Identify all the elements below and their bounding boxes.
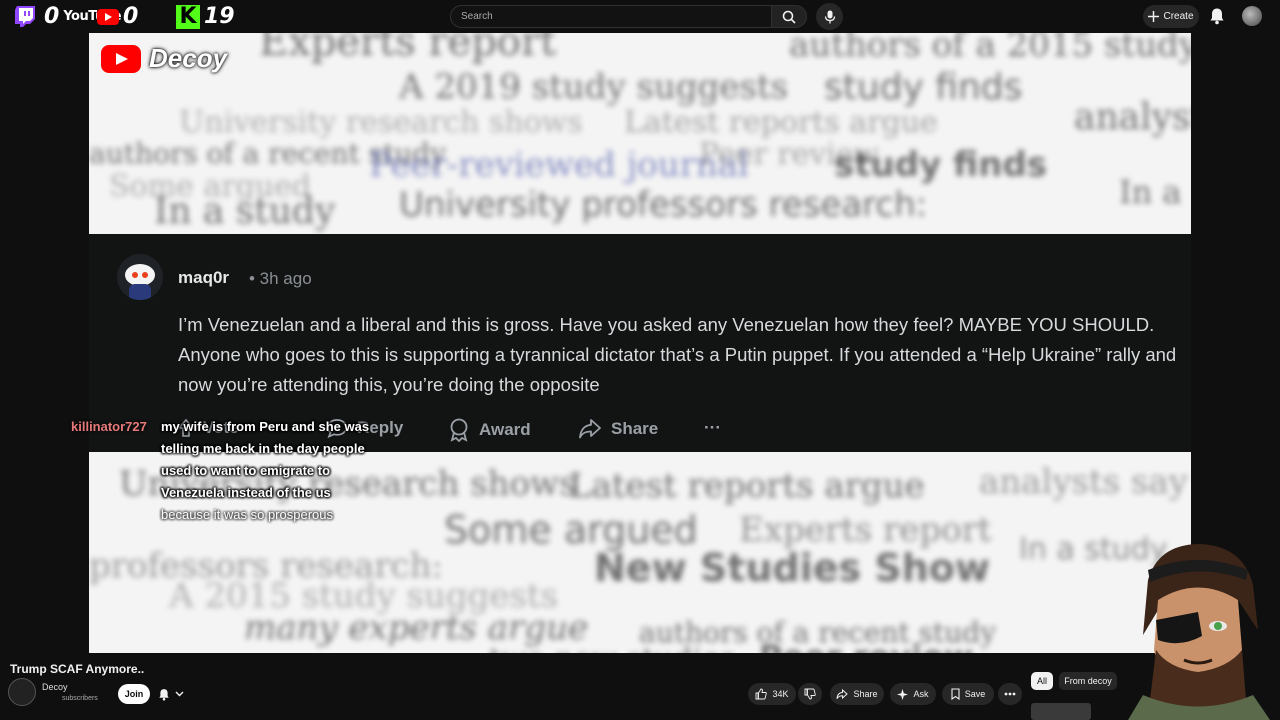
bg-word: authors of a 2015 study xyxy=(789,33,1191,65)
bg-word: A 2019 study suggests xyxy=(399,67,789,107)
bg-word: study finds xyxy=(834,145,1048,185)
bg-word: In a xyxy=(1119,173,1182,211)
bg-word: Latest reports argue xyxy=(624,105,938,140)
reddit-avatar xyxy=(117,254,163,300)
chip-from-label: From decoy xyxy=(1064,676,1112,686)
dislike-button[interactable] xyxy=(798,683,822,705)
comment-body: I’m Venezuelan and a liberal and this is… xyxy=(178,314,1177,395)
bg-word: University research shows xyxy=(179,105,583,140)
ask-button[interactable]: Ask xyxy=(890,683,936,705)
award-label: Award xyxy=(479,420,531,439)
save-button[interactable]: Save xyxy=(942,683,994,705)
bg-word: analysts xyxy=(1074,97,1191,138)
channel-avatar[interactable] xyxy=(8,678,36,706)
like-button[interactable]: 34K xyxy=(748,683,796,705)
bg-word: New Studies Show xyxy=(594,546,990,590)
search-placeholder: Search xyxy=(461,11,493,22)
more-actions-button[interactable] xyxy=(998,683,1022,705)
share-label: Share xyxy=(611,419,659,438)
comment-username: maq0r xyxy=(178,268,230,287)
chat-line: because it was so prosperous xyxy=(161,507,333,522)
award-icon xyxy=(450,418,468,442)
share-icon xyxy=(579,419,601,439)
bg-word: Latest reports argue xyxy=(569,466,925,506)
ask-label: Ask xyxy=(913,689,929,699)
join-label: Join xyxy=(124,689,144,699)
bookmark-icon xyxy=(951,688,960,700)
notifications-button[interactable] xyxy=(1209,7,1225,25)
voice-search-button[interactable] xyxy=(816,3,843,30)
join-button[interactable]: Join xyxy=(118,684,150,704)
bg-word: Experts report xyxy=(739,510,992,550)
youtube-play-icon xyxy=(97,8,119,25)
recommended-video-thumbnail[interactable] xyxy=(1031,703,1091,720)
thumbs-down-icon xyxy=(804,688,816,700)
chevron-down-icon xyxy=(175,691,184,697)
account-avatar[interactable] xyxy=(1242,6,1262,26)
bg-word: In a study xyxy=(154,191,336,232)
video-player[interactable]: Experts report authors of a 2015 study A… xyxy=(89,33,1191,653)
blurred-headlines-top: Experts report authors of a 2015 study A… xyxy=(89,33,1191,234)
award-action: Award xyxy=(448,418,531,442)
chat-line: used to want to emigrate to xyxy=(161,463,331,478)
more-action: ··· xyxy=(704,418,721,438)
share-label: Share xyxy=(853,689,878,699)
more-horizontal-icon xyxy=(1004,692,1016,696)
chip-from-channel[interactable]: From decoy xyxy=(1059,672,1117,690)
bg-word: analysts say xyxy=(979,462,1188,502)
channel-watermark: Decoy xyxy=(101,43,227,74)
share-action: Share xyxy=(578,418,658,440)
search-icon xyxy=(782,10,796,24)
plus-icon xyxy=(1148,11,1160,22)
search-input[interactable]: Search xyxy=(450,5,772,28)
chip-all[interactable]: All xyxy=(1031,672,1053,690)
bg-word: Peer review xyxy=(759,638,973,653)
bg-word: Peer-reviewed journal xyxy=(369,145,749,185)
channel-watermark-text: Decoy xyxy=(149,43,228,73)
like-count: 34K xyxy=(772,689,789,699)
microphone-icon xyxy=(824,10,835,23)
streamer-avatar-illustration xyxy=(1118,540,1278,720)
chat-username: killinator727 xyxy=(71,419,147,434)
youtube-count-stat: 0 xyxy=(97,4,138,29)
youtube-zero-glyph: 0 xyxy=(44,4,60,29)
save-label: Save xyxy=(964,689,986,699)
notification-bell-button[interactable] xyxy=(158,684,196,704)
bell-icon xyxy=(1210,8,1224,25)
chat-line: telling me back in the day people xyxy=(161,441,365,456)
bg-word: University professors research: xyxy=(399,185,928,225)
chat-line: Venezuela instead of the us xyxy=(161,485,331,500)
create-label: Create xyxy=(1163,11,1194,22)
kick-count-stat: K 19 xyxy=(176,4,235,29)
share-button[interactable]: Share xyxy=(830,683,884,705)
youtube-logo-icon xyxy=(101,44,141,73)
youtube-count: 0 xyxy=(123,4,139,29)
bg-word: study finds xyxy=(824,67,1023,108)
blurred-headlines-bottom: University research shows Latest reports… xyxy=(89,452,1191,653)
kick-count: 19 xyxy=(204,4,235,29)
chat-line: my wife is from Peru and she was xyxy=(161,419,370,434)
top-bar: 0 YouTube 0 K 19 Search Create xyxy=(0,0,1280,33)
bg-word: two new studies xyxy=(489,642,735,653)
share-icon xyxy=(836,688,849,699)
create-button[interactable]: Create xyxy=(1143,5,1199,28)
more-options-icon: ··· xyxy=(704,418,721,437)
chip-all-label: All xyxy=(1036,676,1047,686)
bg-word: Experts report xyxy=(259,33,557,65)
comment-timestamp: • 3h ago xyxy=(249,269,312,288)
twitch-icon xyxy=(14,5,36,27)
sparkle-icon xyxy=(897,688,909,700)
search-button[interactable] xyxy=(771,5,807,28)
video-title: Trump SCAF Anymore.. xyxy=(10,662,145,676)
video-info-bar: Trump SCAF Anymore.. Decoy subscribers J… xyxy=(0,653,1280,720)
subscriber-count: subscribers xyxy=(62,695,98,702)
thumbs-up-icon xyxy=(756,688,768,700)
bell-icon xyxy=(159,688,169,700)
channel-name[interactable]: Decoy xyxy=(42,682,68,692)
kick-icon: K xyxy=(176,4,200,29)
